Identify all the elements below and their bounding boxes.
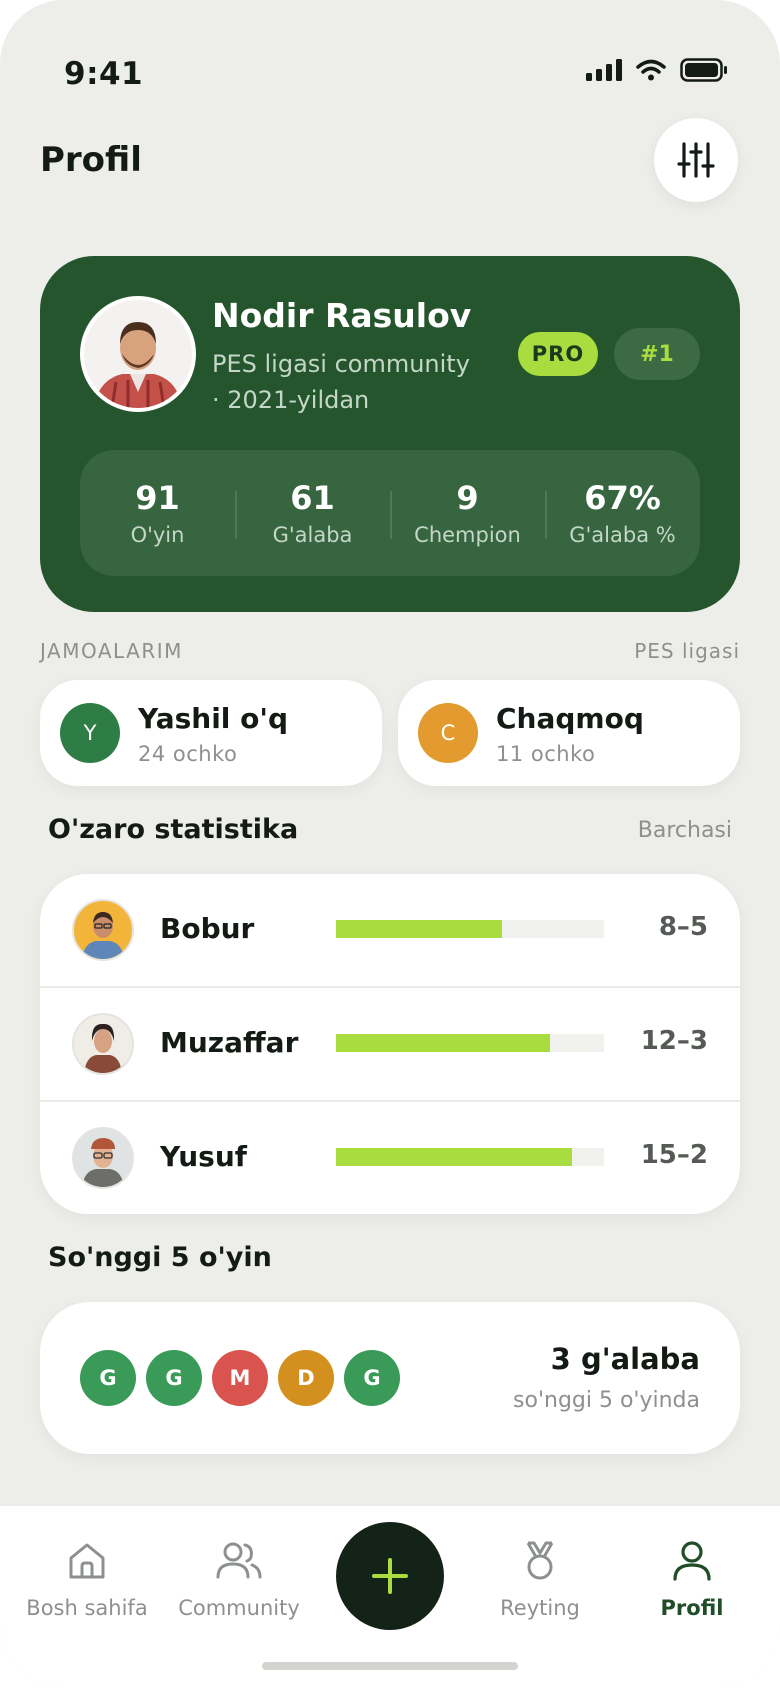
h2h-bar — [336, 920, 604, 938]
tab-label: Bosh sahifa — [26, 1596, 148, 1620]
plus-icon — [372, 1558, 408, 1594]
stat-win-rate: 67% G'alaba % — [545, 479, 700, 547]
team-points: 11 ochko — [496, 742, 596, 766]
stat-value: 67% — [584, 479, 661, 517]
stat-champion: 9 Chempion — [390, 479, 545, 547]
teams-league-label: PES ligasi — [634, 639, 740, 663]
h2h-bar-fill — [336, 920, 503, 938]
stat-value: 91 — [135, 479, 180, 517]
recent-title: So'nggi 5 o'yin — [48, 1242, 272, 1273]
opponent-name: Yusuf — [160, 1140, 247, 1173]
filter-button[interactable] — [654, 118, 738, 202]
h2h-bar-fill — [336, 1148, 572, 1166]
stat-wins: 61 G'alaba — [235, 479, 390, 547]
result-loss: M — [212, 1350, 268, 1406]
home-icon — [69, 1543, 105, 1579]
stat-label: O'yin — [130, 523, 185, 547]
status-icons — [586, 58, 728, 82]
h2h-card: Bobur 8–5 Muzaffar 12–3 Yusuf 15–2 — [40, 874, 740, 1214]
h2h-score: 12–3 — [640, 1026, 708, 1056]
h2h-row[interactable]: Yusuf 15–2 — [40, 1100, 740, 1214]
team-points: 24 ochko — [138, 742, 238, 766]
recent-summary-sub: so'nggi 5 o'yinda — [513, 1388, 700, 1413]
see-all-link[interactable]: Barchasi — [638, 818, 732, 843]
stat-value: 61 — [290, 479, 335, 517]
profile-name: Nodir Rasulov — [212, 296, 472, 335]
h2h-bar-fill — [336, 1034, 551, 1052]
recent-summary: 3 g'alaba — [550, 1342, 700, 1376]
avatar — [72, 1127, 134, 1189]
tab-label: Community — [178, 1596, 300, 1620]
sliders-icon — [677, 142, 715, 178]
avatar-portrait — [84, 1023, 122, 1073]
user-icon — [673, 1541, 711, 1581]
rank-badge: #1 — [614, 328, 700, 380]
recent-games-card[interactable]: G G M D G 3 g'alaba so'nggi 5 o'yinda — [40, 1302, 740, 1454]
pro-badge: PRO — [518, 332, 598, 376]
avatar-portrait — [82, 912, 124, 959]
stat-value: 9 — [456, 479, 479, 517]
profile-subtitle: PES ligasi community · 2021-yildan — [212, 350, 470, 414]
stat-label: Chempion — [414, 523, 521, 547]
h2h-score: 15–2 — [640, 1140, 708, 1170]
opponent-name: Bobur — [160, 912, 255, 945]
users-icon — [216, 1542, 262, 1579]
avatar-portrait — [84, 300, 192, 408]
home-indicator — [262, 1662, 518, 1670]
h2h-bar — [336, 1034, 604, 1052]
battery-icon — [680, 58, 727, 82]
h2h-bar — [336, 1148, 604, 1166]
stat-label: G'alaba — [272, 523, 353, 547]
result-win: G — [146, 1350, 202, 1406]
avatar-portrait — [82, 1138, 124, 1187]
tab-home[interactable]: Bosh sahifa — [12, 1536, 162, 1620]
stat-label: G'alaba % — [569, 523, 676, 547]
avatar — [72, 1013, 134, 1075]
team-card[interactable]: C Chaqmoq 11 ochko — [398, 680, 740, 786]
add-button[interactable] — [336, 1522, 444, 1630]
h2h-title: O'zaro statistika — [48, 814, 299, 845]
wifi-icon — [636, 59, 666, 81]
medal-icon — [526, 1541, 554, 1580]
avatar — [72, 899, 134, 961]
cellular-signal-icon — [586, 59, 622, 81]
tab-rating[interactable]: Reyting — [465, 1536, 615, 1620]
opponent-name: Muzaffar — [160, 1026, 299, 1059]
stat-games: 91 O'yin — [80, 479, 235, 547]
page-title: Profil — [40, 140, 142, 180]
tab-community[interactable]: Community — [164, 1536, 314, 1620]
phone-screen: 9:41 Profil Nodir Rasulov PES ligasi com… — [0, 0, 780, 1688]
avatar[interactable] — [80, 296, 196, 412]
teams-section-title: JAMOALARIM — [40, 639, 183, 663]
team-card[interactable]: Y Yashil o'q 24 ochko — [40, 680, 382, 786]
team-name: Yashil o'q — [138, 702, 288, 735]
profile-card: Nodir Rasulov PES ligasi community · 202… — [40, 256, 740, 612]
result-draw: D — [278, 1350, 334, 1406]
h2h-score: 8–5 — [658, 912, 708, 942]
h2h-row[interactable]: Muzaffar 12–3 — [40, 986, 740, 1100]
tab-label: Profil — [660, 1596, 724, 1620]
result-win: G — [344, 1350, 400, 1406]
tab-profile[interactable]: Profil — [617, 1536, 767, 1620]
status-bar: 9:41 — [64, 52, 728, 92]
result-win: G — [80, 1350, 136, 1406]
team-avatar: Y — [60, 703, 120, 763]
status-time: 9:41 — [64, 56, 144, 92]
tab-label: Reyting — [500, 1596, 580, 1620]
team-name: Chaqmoq — [496, 702, 644, 735]
profile-stats: 91 O'yin 61 G'alaba 9 Chempion 67% G'ala… — [80, 450, 700, 576]
team-avatar: C — [418, 703, 478, 763]
h2h-row[interactable]: Bobur 8–5 — [40, 874, 740, 988]
